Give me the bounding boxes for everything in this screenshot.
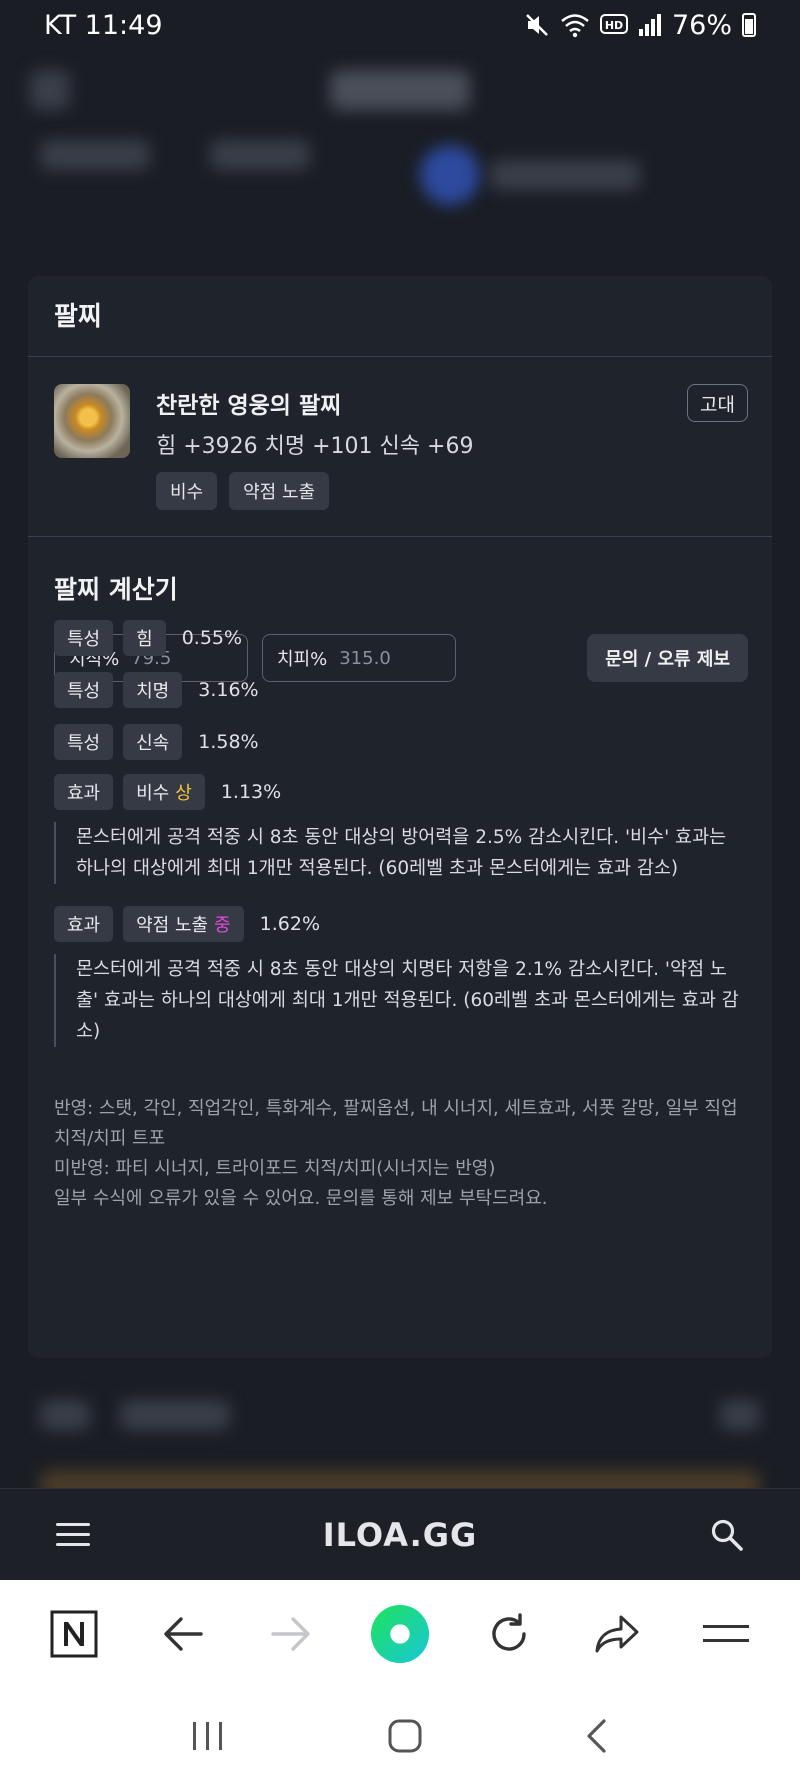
hamburger-menu-icon[interactable] — [56, 1522, 90, 1548]
note-disclaimer: 일부 수식에 오류가 있을 수 있어요. 문의를 통해 제보 부탁드려요. — [54, 1188, 548, 1209]
site-logo[interactable]: ILOA.GG — [323, 1516, 478, 1554]
calculator-notes: 반영: 스탯, 각인, 직업각인, 특화계수, 팔찌옵션, 내 시너지, 세트효… — [54, 1094, 748, 1214]
stat-row-strength: 특성 힘 0.55% — [54, 620, 242, 656]
note-applied: 반영: 스탯, 각인, 직업각인, 특화계수, 팔찌옵션, 내 시너지, 세트효… — [54, 1098, 738, 1149]
stat-row-swiftness: 특성 신속 1.58% — [54, 724, 259, 760]
row-type: 특성 — [54, 724, 114, 760]
item-tag: 약점 노출 — [229, 472, 330, 510]
row-type: 효과 — [54, 906, 114, 942]
share-button[interactable] — [587, 1604, 647, 1664]
status-icons: HD 76% — [524, 10, 756, 41]
report-error-button[interactable]: 문의 / 오류 제보 — [587, 634, 748, 682]
bracelet-card: 팔찌 찬란한 영웅의 팔찌 힘 +3926 치명 +101 신속 +69 고대 … — [28, 276, 772, 1358]
row-name: 치명 — [123, 672, 183, 708]
status-bar: KT 11:49 HD 76% — [0, 0, 800, 50]
row-name: 힘 — [123, 620, 166, 656]
back-icon[interactable] — [584, 1718, 610, 1754]
divider — [28, 536, 772, 537]
recent-apps-icon[interactable] — [190, 1720, 226, 1752]
bracelet-item-image — [54, 384, 130, 458]
green-dot-icon — [370, 1604, 430, 1664]
row-value: 1.13% — [220, 781, 282, 803]
row-type: 특성 — [54, 672, 114, 708]
browser-menu-icon — [702, 1625, 749, 1642]
crit-pierce-value: 315.0 — [339, 647, 391, 669]
effect-description: 몬스터에게 공격 적중 시 8초 동안 대상의 치명타 저항을 2.1% 감소시… — [54, 954, 748, 1047]
svg-text:HD: HD — [605, 19, 623, 32]
item-tags: 비수 약점 노출 — [156, 472, 330, 510]
arrow-right-icon — [271, 1617, 311, 1651]
row-value: 1.58% — [198, 731, 259, 753]
refresh-button[interactable] — [479, 1604, 539, 1664]
calculator-title: 팔찌 계산기 — [54, 575, 178, 604]
hd-icon: HD — [599, 14, 628, 34]
browser-menu-button[interactable] — [696, 1604, 756, 1664]
blurred-header-background — [0, 50, 800, 270]
row-value: 0.55% — [181, 627, 243, 649]
row-name: 비수 — [136, 783, 170, 804]
crit-pierce-label: 치피% — [277, 649, 328, 670]
signal-icon — [638, 14, 661, 36]
share-arrow-icon — [595, 1615, 639, 1653]
mute-icon — [526, 14, 548, 36]
row-name: 신속 — [123, 724, 183, 760]
android-nav-bar — [0, 1688, 800, 1784]
divider — [28, 356, 772, 357]
row-name-chip: 약점 노출 중 — [123, 906, 244, 942]
row-value: 3.16% — [198, 679, 259, 701]
site-nav-bar: ILOA.GG — [0, 1488, 800, 1580]
crit-pierce-input[interactable]: 치피% 315.0 — [262, 634, 456, 682]
naver-n-icon — [50, 1610, 98, 1658]
search-icon[interactable] — [710, 1518, 744, 1552]
row-type: 효과 — [54, 774, 114, 810]
green-dot-button[interactable] — [370, 1604, 430, 1664]
card-title: 팔찌 — [54, 302, 102, 332]
refresh-icon — [491, 1613, 526, 1651]
effect-description: 몬스터에게 공격 적중 시 8초 동안 대상의 방어력을 2.5% 감소시킨다.… — [54, 822, 748, 884]
item-tag: 비수 — [156, 472, 218, 510]
status-carrier-time: KT 11:49 — [44, 9, 163, 41]
effect-row-dagger: 효과 비수 상 1.13% — [54, 774, 281, 810]
back-button[interactable] — [153, 1604, 213, 1664]
item-stats: 힘 +3926 치명 +101 신속 +69 — [156, 434, 474, 459]
arrow-left-icon — [164, 1617, 203, 1651]
stat-row-crit: 특성 치명 3.16% — [54, 672, 259, 708]
note-not-applied: 미반영: 파티 시너지, 트라이포드 치적/치피(시너지는 반영) — [54, 1158, 496, 1179]
row-name-chip: 비수 상 — [123, 774, 205, 810]
battery-icon — [742, 13, 756, 37]
effect-grade: 중 — [214, 915, 231, 936]
home-icon[interactable] — [387, 1718, 423, 1754]
effect-grade: 상 — [175, 783, 192, 804]
wifi-icon — [561, 14, 589, 38]
row-name: 약점 노출 — [136, 915, 209, 936]
grade-badge: 고대 — [687, 384, 748, 422]
battery-percent: 76% — [671, 9, 732, 41]
naver-home-button[interactable] — [44, 1604, 104, 1664]
effect-row-weakness: 효과 약점 노출 중 1.62% — [54, 906, 320, 942]
browser-toolbar — [0, 1580, 800, 1688]
item-name: 찬란한 영웅의 팔찌 — [156, 393, 342, 419]
row-type: 특성 — [54, 620, 114, 656]
row-value: 1.62% — [259, 913, 321, 935]
forward-button[interactable] — [261, 1604, 321, 1664]
blurred-content-below — [0, 1370, 800, 1488]
